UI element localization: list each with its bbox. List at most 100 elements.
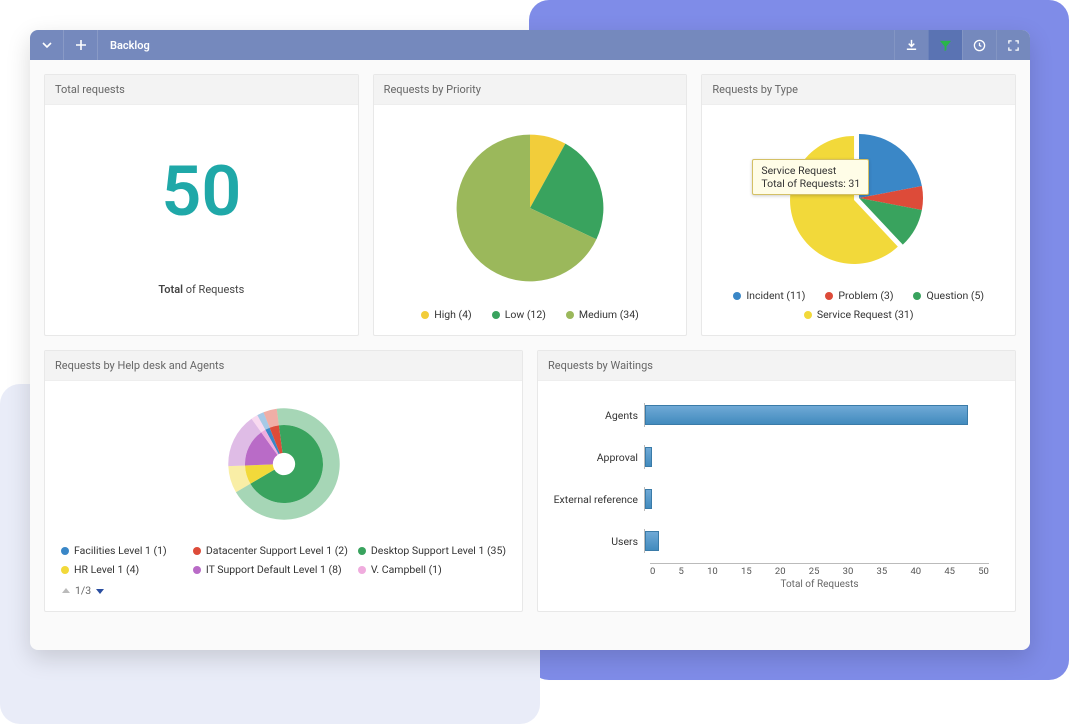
bar-track [644,487,989,511]
dashboard-content: Total requests 50 Total of Requests Requ… [30,60,1030,626]
toolbar-title: Backlog [98,30,162,60]
legend-item[interactable]: High (4) [421,308,471,321]
pager-up-icon [61,586,71,596]
axis-tick: 35 [877,566,888,577]
fullscreen-button[interactable] [996,30,1030,60]
card-title: Total requests [45,75,358,105]
card-requests-by-waitings: Requests by Waitings Agents Approval Exter… [537,350,1016,612]
legend-item[interactable]: Medium (34) [566,308,639,321]
bar-track [644,529,989,553]
plus-icon [75,39,87,51]
clock-icon [973,39,986,52]
download-button[interactable] [894,30,928,60]
bar-track [644,445,989,469]
legend-label: Low (12) [505,308,546,321]
pager-text: 1/3 [75,584,91,597]
bar-fill[interactable] [645,489,652,509]
legend-dot [358,547,366,555]
legend-label: Problem (3) [838,289,893,302]
filter-icon [939,39,952,52]
legend-label: Desktop Support Level 1 (35) [371,544,506,557]
type-legend: Incident (11) Problem (3) Question (5) Serv… [708,285,1009,329]
fullscreen-icon [1007,39,1020,52]
legend-item[interactable]: HR Level 1 (4) [61,563,183,576]
legend-item[interactable]: Desktop Support Level 1 (35) [358,544,506,557]
filter-button[interactable] [928,30,962,60]
bar-category-label: Users [552,535,644,548]
download-icon [905,39,918,52]
legend-label: HR Level 1 (4) [74,563,139,576]
legend-label: Question (5) [926,289,984,302]
priority-legend: High (4) Low (12) Medium (34) [380,304,681,329]
axis-tick: 25 [809,566,820,577]
bar-fill[interactable] [645,405,968,425]
bar-x-axis-title: Total of Requests [650,579,989,590]
legend-dot [193,566,201,574]
axis-tick: 30 [843,566,854,577]
card-title: Requests by Type [702,75,1015,105]
card-title: Requests by Waitings [538,351,1015,381]
legend-pager[interactable]: 1/3 [51,584,516,605]
legend-label: Datacenter Support Level 1 (2) [206,544,348,557]
legend-item[interactable]: V. Campbell (1) [358,563,506,576]
legend-dot [733,292,741,300]
card-title: Requests by Priority [374,75,687,105]
card-requests-by-priority: Requests by Priority High (4) Low (12) Med… [373,74,688,336]
pager-down-icon [95,586,105,596]
history-button[interactable] [962,30,996,60]
legend-item[interactable]: Low (12) [492,308,546,321]
app-window: Backlog Total requests 50 Total of Reque… [30,30,1030,650]
legend-item[interactable]: Question (5) [913,289,984,302]
axis-tick: 20 [775,566,786,577]
legend-item[interactable]: Datacenter Support Level 1 (2) [193,544,348,557]
legend-dot [193,547,201,555]
type-pie-chart [708,111,1009,285]
legend-item[interactable]: Facilities Level 1 (1) [61,544,183,557]
legend-dot [358,566,366,574]
legend-item[interactable]: IT Support Default Level 1 (8) [193,563,348,576]
legend-label: Medium (34) [579,308,639,321]
total-requests-label: Total of Requests [51,283,352,296]
legend-dot [492,311,500,319]
legend-item[interactable]: Service Request (31) [804,308,914,321]
legend-label: Facilities Level 1 (1) [74,544,167,557]
card-requests-by-helpdesk: Requests by Help desk and Agents Facilit… [44,350,523,612]
bar-category-label: External reference [552,493,644,506]
legend-dot [566,311,574,319]
axis-tick: 0 [650,566,655,577]
axis-tick: 5 [679,566,684,577]
legend-label: High (4) [434,308,471,321]
legend-dot [61,566,69,574]
card-total-requests: Total requests 50 Total of Requests [44,74,359,336]
legend-item[interactable]: Incident (11) [733,289,805,302]
legend-dot [913,292,921,300]
priority-pie-chart [380,111,681,304]
bar-category-label: Approval [552,451,644,464]
legend-label: Service Request (31) [817,308,914,321]
bar-fill[interactable] [645,531,659,551]
helpdesk-donut-chart [51,387,516,540]
bar-fill[interactable] [645,447,652,467]
helpdesk-legend: Facilities Level 1 (1) Datacenter Support… [51,540,516,584]
chevron-down-icon [41,39,53,51]
bar-row: External reference [552,479,989,519]
axis-tick: 40 [910,566,921,577]
total-requests-value: 50 [51,151,352,233]
add-button[interactable] [64,30,98,60]
toolbar: Backlog [30,30,1030,60]
legend-item[interactable]: Problem (3) [825,289,893,302]
legend-label: IT Support Default Level 1 (8) [206,563,342,576]
bar-category-label: Agents [552,409,644,422]
legend-dot [421,311,429,319]
legend-dot [804,311,812,319]
chevron-down-button[interactable] [30,30,64,60]
legend-dot [825,292,833,300]
card-requests-by-type: Requests by Type Incident (11) Problem (3… [701,74,1016,336]
axis-tick: 15 [741,566,752,577]
legend-label: Incident (11) [746,289,805,302]
card-title: Requests by Help desk and Agents [45,351,522,381]
axis-tick: 45 [944,566,955,577]
bar-row: Agents [552,395,989,435]
waitings-bar-chart: Agents Approval External reference Users 0 5 1… [544,387,1009,605]
bar-row: Approval [552,437,989,477]
